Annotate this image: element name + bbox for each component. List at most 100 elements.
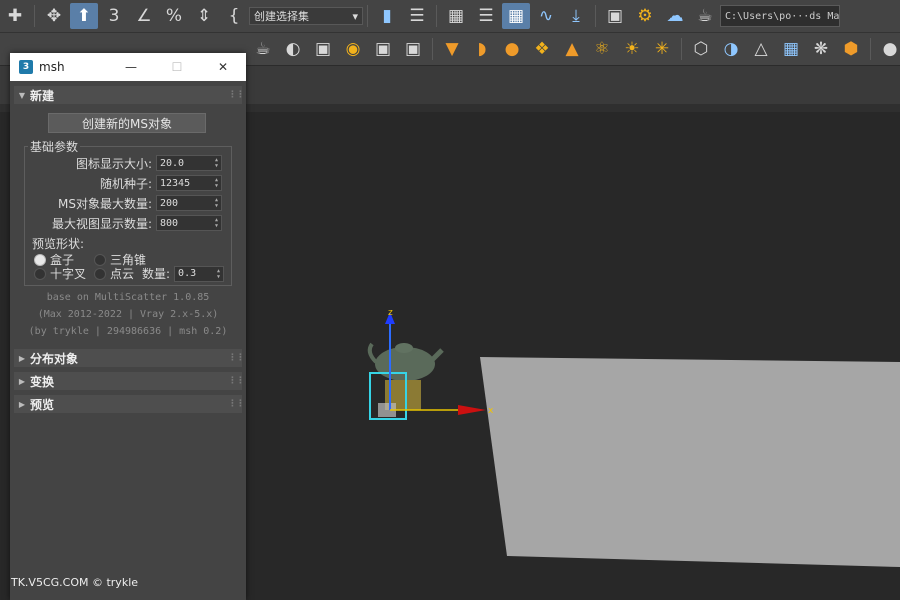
box-icon[interactable]: ▣ [309, 36, 337, 62]
layer-explorer-icon[interactable]: ☰ [472, 3, 500, 29]
rollout-distribute-label: 分布对象 [30, 351, 79, 366]
plane-icon[interactable]: △ [747, 36, 775, 62]
spinner-arrows-icon[interactable]: ▲ ▼ [212, 197, 221, 209]
drag-handle-icon[interactable]: ⋮⋮ [228, 376, 245, 386]
spinner-arrows-icon[interactable]: ▲ ▼ [212, 177, 221, 189]
select-object-icon[interactable]: ⬆ [70, 3, 98, 29]
rollout-distribute[interactable]: ▶ 分布对象 ⋮⋮ [14, 349, 245, 367]
toolbar-separator [367, 5, 368, 27]
sphere-fade-icon[interactable]: ◑ [717, 36, 745, 62]
dome-light-icon[interactable]: ◗ [468, 36, 496, 62]
proxy-cube-icon[interactable]: ⬡ [687, 36, 715, 62]
random-seed-spinner[interactable]: 12345 ▲ ▼ [156, 175, 222, 191]
named-selection-dropdown[interactable]: 创建选择集 ▾ [249, 7, 363, 25]
radio-dot [94, 253, 106, 266]
named-selection-value: 创建选择集 [254, 10, 309, 23]
camera-icon[interactable]: ▣ [369, 36, 397, 62]
sphere-light-icon[interactable]: ● [498, 36, 526, 62]
torus-icon[interactable]: ◐ [279, 36, 307, 62]
video-camera-icon[interactable]: ▣ [399, 36, 427, 62]
mirror-icon[interactable]: ▮ [373, 3, 401, 29]
rollout-preview[interactable]: ▶ 预览 ⋮⋮ [14, 395, 245, 413]
create-ms-object-button[interactable]: 创建新的MS对象 [48, 113, 206, 133]
dialog-titlebar[interactable]: 3 msh — ☐ ✕ [10, 53, 246, 81]
dialog-title: msh [39, 60, 65, 74]
toolbar-separator [436, 5, 437, 27]
spinner-arrows-icon[interactable]: ▲ ▼ [212, 217, 221, 229]
param-label: MS对象最大数量: [57, 196, 152, 211]
toolbar-separator [870, 38, 871, 60]
basic-params-title: 基础参数 [28, 138, 81, 155]
preview-shape-label: 预览形状: [32, 237, 85, 251]
teapot-spout [430, 348, 444, 362]
minimize-icon[interactable]: — [108, 53, 154, 81]
radio-label: 点云 [110, 267, 135, 281]
fur-icon[interactable]: ▦ [777, 36, 805, 62]
axis-x-arrow-icon[interactable] [458, 405, 486, 415]
rollout-preview-label: 预览 [30, 397, 55, 412]
spinner-value: 20.0 [160, 157, 185, 169]
render-teapot-icon[interactable]: ☕ [691, 3, 719, 29]
spinner-arrows-icon[interactable]: ▲ ▼ [212, 157, 221, 169]
ies-light-icon[interactable]: ❖ [528, 36, 556, 62]
toolbar-separator [34, 5, 35, 27]
maximize-icon: ☐ [171, 60, 183, 74]
drag-handle-icon[interactable]: ⋮⋮ [228, 353, 245, 363]
msh-dialog: 3 msh — ☐ ✕ ▼ 新建 ⋮⋮ 创建新的MS对象 基础参数 图标显示大小… [10, 53, 246, 600]
close-icon[interactable]: ✕ [200, 53, 246, 81]
radio-cloud[interactable]: 点云 [94, 265, 134, 282]
max-display-spinner[interactable]: 800 ▲ ▼ [156, 215, 222, 231]
toolbar-separator [432, 38, 433, 60]
project-path-field[interactable]: C:\Users\po···ds Ma [720, 5, 840, 27]
percent-snap-icon[interactable]: % [160, 3, 188, 29]
radio-cross[interactable]: 十字叉 [34, 265, 86, 282]
radio-dot [94, 267, 106, 280]
snap-toggle-icon[interactable]: 3 [100, 3, 128, 29]
align-icon[interactable]: ☰ [403, 3, 431, 29]
edit-named-selection-icon[interactable]: { [220, 3, 248, 29]
ground-plane[interactable] [480, 357, 900, 567]
mushroom-light-icon[interactable]: ▲ [558, 36, 586, 62]
teapot-lid [395, 343, 413, 353]
angle-snap-icon[interactable]: ∠ [130, 3, 158, 29]
select-link-icon[interactable]: ✚ [1, 3, 29, 29]
spinner-value: 200 [160, 197, 179, 209]
light-bulb-icon[interactable]: ◉ [339, 36, 367, 62]
spot-light-icon[interactable]: ▼ [438, 36, 466, 62]
select-move-icon[interactable]: ✥ [40, 3, 68, 29]
axis-z-label: z [388, 308, 393, 318]
spinner-value: 12345 [160, 177, 191, 189]
omni-light-icon[interactable]: ⚛ [588, 36, 616, 62]
radio-label: 十字叉 [50, 267, 87, 281]
spinner-arrows-icon[interactable]: ▲ ▼ [214, 268, 223, 280]
main-toolbar: ✚ ✥ ⬆ 3 ∠ % ⇕ { 创建选择集 ▾ ▮ ☰ ▦ ☰ ▦ ∿ ⤓ ▣ … [0, 0, 900, 33]
expand-triangle-icon: ▶ [18, 376, 26, 386]
param-row-icon-size: 图标显示大小: 20.0 ▲ ▼ [24, 154, 224, 172]
cloud-count-spinner[interactable]: 0.3 ▲ ▼ [174, 265, 225, 282]
ribbon-toggle-icon[interactable]: ▦ [502, 3, 530, 29]
radio-dot [34, 267, 46, 280]
teapot-icon[interactable]: ☕ [249, 36, 277, 62]
app-icon: 3 [19, 60, 33, 74]
icon-size-spinner[interactable]: 20.0 ▲ ▼ [156, 155, 222, 171]
max-objects-spinner[interactable]: 200 ▲ ▼ [156, 195, 222, 211]
material-editor-icon[interactable]: ▣ [601, 3, 629, 29]
material-ball-icon[interactable]: ● [876, 36, 900, 62]
drag-handle-icon[interactable]: ⋮⋮ [228, 90, 245, 100]
sun-light-icon[interactable]: ☀ [618, 36, 646, 62]
rendered-frame-icon[interactable]: ☁ [661, 3, 689, 29]
rollout-transform[interactable]: ▶ 变换 ⋮⋮ [14, 372, 245, 390]
schematic-view-icon[interactable]: ⤓ [562, 3, 590, 29]
param-row-random-seed: 随机种子: 12345 ▲ ▼ [24, 174, 224, 192]
grass-icon[interactable]: ❋ [807, 36, 835, 62]
rollout-new[interactable]: ▼ 新建 ⋮⋮ [14, 86, 245, 104]
render-setup-icon[interactable]: ⚙ [631, 3, 659, 29]
ambient-light-icon[interactable]: ✳ [648, 36, 676, 62]
curve-editor-icon[interactable]: ∿ [532, 3, 560, 29]
spinner-snap-icon[interactable]: ⇕ [190, 3, 218, 29]
fire-icon[interactable]: ⬢ [837, 36, 865, 62]
spinner-value: 0.3 [178, 268, 197, 279]
watermark-text: TK.V5CG.COM © trykle [11, 576, 139, 589]
drag-handle-icon[interactable]: ⋮⋮ [228, 399, 245, 409]
scene-explorer-icon[interactable]: ▦ [442, 3, 470, 29]
